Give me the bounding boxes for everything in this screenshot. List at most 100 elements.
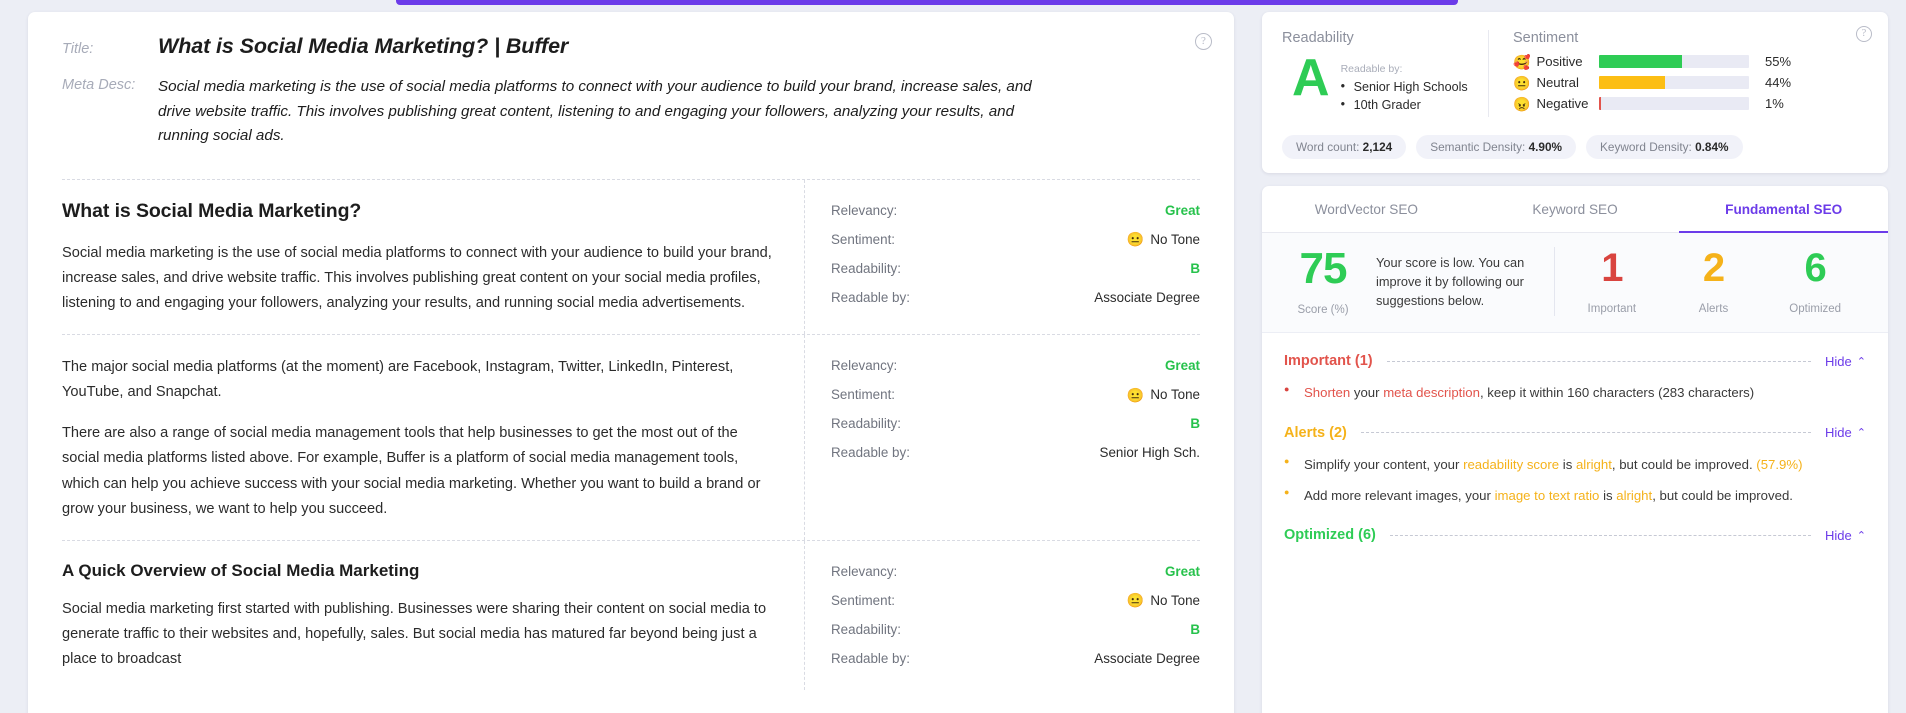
content-block: What is Social Media Marketing? Social m…: [62, 179, 1200, 335]
meta-desc-row: Meta Desc: Social media marketing is the…: [62, 75, 1200, 149]
paragraph: The major social media platforms (at the…: [62, 359, 734, 401]
neutral-face-icon: 😐: [1126, 386, 1145, 403]
count-value: 6: [1804, 246, 1827, 290]
issue-part: (57.9%): [1756, 456, 1803, 472]
sentiment-bar-fill: [1599, 97, 1601, 110]
hide-toggle-optimized[interactable]: Hide ⌃: [1825, 528, 1866, 543]
metric-key: Relevancy:: [831, 563, 898, 579]
help-icon[interactable]: ?: [1856, 26, 1872, 42]
angry-face-icon: 😠: [1513, 95, 1531, 112]
readability-section: Readability A Readable by: Senior High S…: [1282, 30, 1488, 117]
metric-value: 😐 No Tone: [1127, 387, 1200, 402]
issue-part: , but could be improved.: [1611, 456, 1757, 472]
analysis-sidebar: ? Readability A Readable by: Senior High…: [1262, 0, 1906, 713]
sentiment-pct-positive: 55%: [1765, 54, 1792, 69]
list-item[interactable]: Shorten your meta description, keep it w…: [1284, 383, 1866, 403]
chip-value: 4.90%: [1528, 140, 1563, 154]
meta-desc-label: Meta Desc:: [62, 77, 136, 93]
neutral-face-icon: 😐: [1126, 231, 1145, 248]
issues-list: Important (1) Hide ⌃ Shorten your meta d…: [1262, 333, 1888, 543]
metric-key: Sentiment:: [831, 387, 896, 403]
score-caption: Score (%): [1297, 304, 1349, 316]
content-block-text[interactable]: What is Social Media Marketing? Social m…: [62, 180, 802, 334]
sentiment-bar-negative: [1599, 97, 1749, 110]
title-value[interactable]: What is Social Media Marketing? | Buffer: [158, 34, 568, 59]
chevron-up-icon: ⌃: [1856, 355, 1866, 368]
audience-list: Senior High Schools 10th Grader: [1341, 77, 1468, 115]
metric-value: 😐 No Tone: [1127, 232, 1200, 247]
section-header-optimized: Optimized (6) Hide ⌃: [1284, 527, 1866, 543]
issue-part: readability score: [1463, 456, 1560, 472]
chip-value: 0.84%: [1695, 140, 1729, 154]
section-header-alerts: Alerts (2) Hide ⌃: [1284, 425, 1866, 441]
issue-part: , but could be improved.: [1652, 487, 1793, 503]
readability-grade-row: A Readable by: Senior High Schools 10th …: [1282, 52, 1474, 115]
section-heading: A Quick Overview of Social Media Marketi…: [62, 560, 420, 580]
hide-toggle-important[interactable]: Hide ⌃: [1825, 354, 1866, 369]
list-item[interactable]: Simplify your content, your readability …: [1284, 455, 1866, 475]
sentiment-pct-neutral: 44%: [1765, 75, 1792, 90]
sentiment-row-positive: 🥰 Positive 55%: [1513, 54, 1868, 69]
seo-tabs: WordVector SEO Keyword SEO Fundamental S…: [1262, 186, 1888, 233]
hide-label: Hide: [1825, 425, 1852, 441]
issue-part: Add more relevant images, your: [1304, 487, 1495, 503]
count-value: 2: [1702, 246, 1725, 290]
dashed-rule: [1389, 534, 1812, 536]
metric-value: Associate Degree: [1094, 289, 1200, 305]
metric-value: Associate Degree: [1094, 650, 1200, 666]
section-header-important: Important (1) Hide ⌃: [1284, 353, 1866, 369]
sentiment-label-positive: 🥰 Positive: [1513, 54, 1599, 69]
sentiment-row-negative: 😠 Negative 1%: [1513, 96, 1868, 111]
score-strip: 75 Score (%) Your score is low. You can …: [1262, 233, 1888, 333]
summary-card: ? Readability A Readable by: Senior High…: [1262, 12, 1888, 173]
tab-wordvector-seo[interactable]: WordVector SEO: [1262, 186, 1471, 233]
sentiment-pct-negative: 1%: [1765, 96, 1784, 111]
tab-fundamental-seo[interactable]: Fundamental SEO: [1679, 186, 1888, 233]
readable-by-label: Readable by:: [1340, 63, 1403, 75]
sentiment-bar-fill: [1599, 76, 1665, 89]
chip-label: Word count:: [1296, 140, 1360, 154]
metric-row: Sentiment: 😐 No Tone: [831, 386, 1200, 403]
help-icon[interactable]: ?: [1195, 33, 1212, 50]
section-title: Important (1): [1284, 353, 1373, 369]
metric-row: Readable by: Associate Degree: [831, 650, 1200, 667]
editor-panel: ? Title: What is Social Media Marketing?…: [0, 0, 1262, 713]
chip-keyword-density: Keyword Density: 0.84%: [1586, 135, 1743, 159]
sentiment-bar-neutral: [1599, 76, 1749, 89]
metric-value: B: [1190, 260, 1200, 276]
score-value: 75: [1299, 244, 1348, 293]
meta-desc-value[interactable]: Social media marketing is the use of soc…: [158, 75, 1038, 149]
hide-label: Hide: [1825, 527, 1852, 543]
count-optimized[interactable]: 6 Optimized: [1764, 248, 1866, 315]
count-important[interactable]: 1 Important: [1561, 248, 1663, 315]
sentiment-title: Sentiment: [1513, 30, 1579, 46]
count-alerts[interactable]: 2 Alerts: [1663, 248, 1765, 315]
issue-part: is: [1599, 487, 1617, 503]
chip-semantic-density: Semantic Density: 4.90%: [1416, 135, 1577, 159]
sentiment-section: Sentiment 🥰 Positive 55% 😐 Neutral 44% 😠…: [1488, 30, 1868, 117]
metric-row: Readability: B: [831, 260, 1200, 277]
chip-label: Semantic Density:: [1430, 140, 1526, 154]
content-block-metrics: Relevancy: Great Sentiment: 😐 No Tone Re…: [804, 540, 1200, 690]
tab-keyword-seo[interactable]: Keyword SEO: [1471, 186, 1680, 233]
metric-row: Readability: B: [831, 415, 1200, 432]
hide-toggle-alerts[interactable]: Hide ⌃: [1825, 425, 1866, 440]
content-block-text[interactable]: A Quick Overview of Social Media Marketi…: [62, 541, 802, 690]
content-block: The major social media platforms (at the…: [62, 335, 1200, 540]
important-items: Shorten your meta description, keep it w…: [1284, 383, 1866, 403]
title-row: Title: What is Social Media Marketing? |…: [62, 34, 1200, 59]
chevron-up-icon: ⌃: [1856, 529, 1866, 542]
content-block-text[interactable]: The major social media platforms (at the…: [62, 335, 802, 540]
hide-label: Hide: [1825, 353, 1852, 369]
details-card: WordVector SEO Keyword SEO Fundamental S…: [1262, 186, 1888, 713]
metric-key: Sentiment:: [831, 592, 896, 608]
count-caption: Alerts: [1698, 303, 1729, 315]
count-caption: Important: [1587, 303, 1637, 315]
sentiment-label-negative: 😠 Negative: [1513, 96, 1599, 111]
issue-part: , keep it within 160 characters (283 cha…: [1479, 385, 1755, 400]
list-item[interactable]: Add more relevant images, your image to …: [1284, 486, 1866, 506]
metric-value-text: No Tone: [1150, 231, 1200, 247]
metric-value: B: [1190, 416, 1200, 432]
metric-value: 😐 No Tone: [1127, 593, 1200, 608]
metric-key: Relevancy:: [831, 358, 898, 374]
